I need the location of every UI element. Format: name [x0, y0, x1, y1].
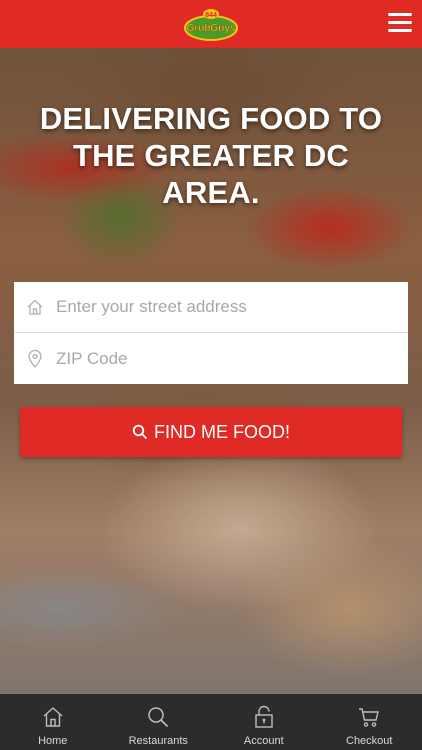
cart-icon: [357, 703, 381, 731]
tab-account-label: Account: [243, 735, 284, 747]
hero-headline: DELIVERING FOOD TO THE GREATER DC AREA.: [39, 101, 383, 210]
tab-home[interactable]: Home: [0, 694, 106, 750]
house-icon: [24, 296, 46, 318]
tab-checkout-label: Checkout: [346, 735, 393, 747]
zip-field: [14, 332, 408, 384]
find-me-food-button[interactable]: FIND ME FOOD!: [20, 407, 402, 457]
hamburger-menu-icon[interactable]: [388, 13, 412, 33]
tab-account[interactable]: Account: [211, 694, 317, 750]
tab-restaurants-label: Restaurants: [128, 735, 188, 747]
location-pin-icon: [24, 348, 46, 370]
home-icon: [41, 703, 65, 731]
zip-code-input[interactable]: [54, 347, 388, 370]
lock-icon: [253, 703, 275, 731]
tab-restaurants[interactable]: Restaurants: [106, 694, 212, 750]
address-form: [14, 282, 408, 384]
logo-number: 844: [205, 12, 217, 19]
app-header: 844 GrubGuys: [0, 0, 422, 48]
address-field: [14, 282, 408, 332]
find-me-food-label: FIND ME FOOD!: [154, 421, 290, 442]
bottom-tab-bar: Home Restaurants Account Checkout: [0, 694, 422, 750]
search-icon: [146, 703, 170, 731]
tab-checkout[interactable]: Checkout: [317, 694, 422, 750]
tab-home-label: Home: [38, 735, 68, 747]
grubguys-logo[interactable]: 844 GrubGuys: [184, 6, 238, 42]
logo-name: GrubGuys: [187, 23, 236, 34]
search-icon: [132, 423, 150, 441]
street-address-input[interactable]: [54, 296, 388, 318]
